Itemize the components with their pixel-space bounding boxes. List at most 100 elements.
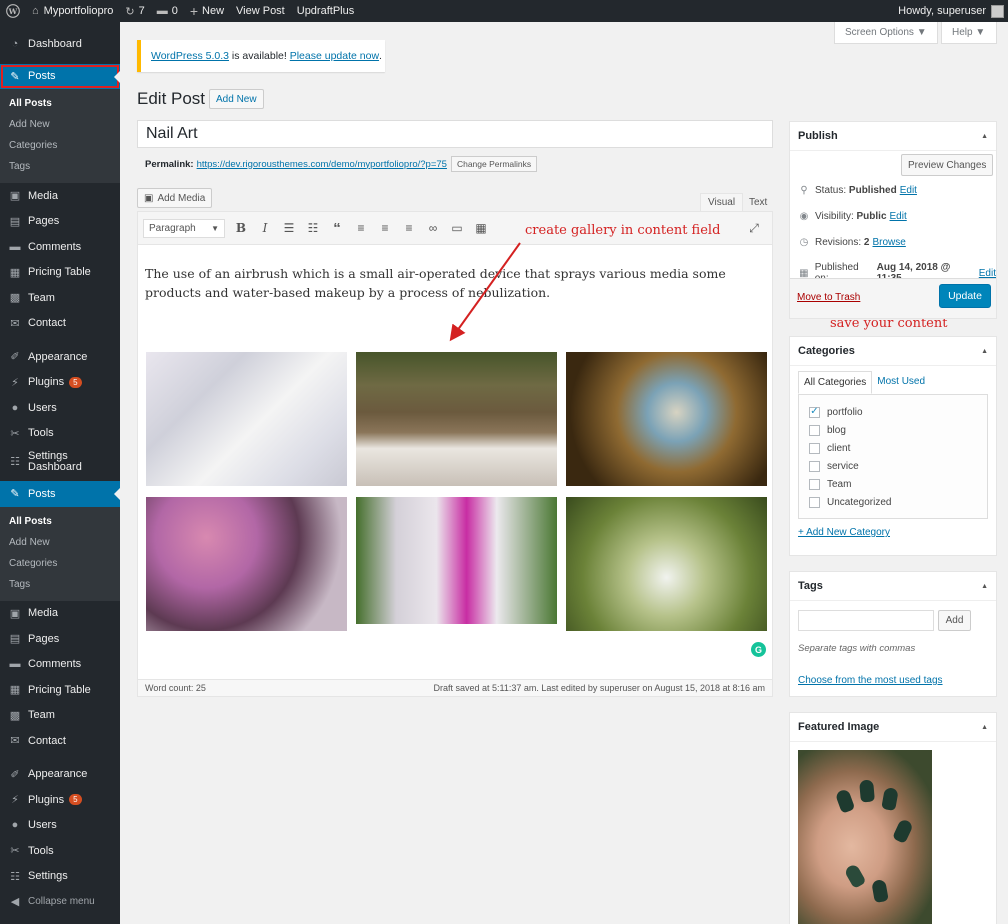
menu-team-2[interactable]: ▩ Team xyxy=(0,703,120,729)
wordpress-logo-icon[interactable]: W xyxy=(0,0,26,22)
checkbox[interactable] xyxy=(809,442,820,454)
add-media-button[interactable]: ▣ Add Media xyxy=(137,188,213,208)
tag-input[interactable] xyxy=(798,610,934,631)
edit-status-link[interactable]: Edit xyxy=(900,185,917,196)
menu-media-2[interactable]: ▣ Media xyxy=(0,601,120,627)
format-select[interactable]: Paragraph ▼ xyxy=(143,218,225,238)
align-right-button[interactable]: ≡ xyxy=(397,216,421,240)
account-menu[interactable]: Howdy, superuser xyxy=(898,4,1008,18)
menu-dashboard[interactable]: ◔ Dashboard xyxy=(0,31,120,57)
menu-pages-2[interactable]: ▤ Pages xyxy=(0,626,120,652)
blockquote-button[interactable]: “ xyxy=(325,216,349,240)
new-content-link[interactable]: + New xyxy=(184,0,230,22)
menu-comments-2[interactable]: ▬ Comments xyxy=(0,652,120,678)
category-item-blog[interactable]: blog xyxy=(809,421,987,439)
tab-text[interactable]: Text xyxy=(742,193,774,211)
edit-visibility-link[interactable]: Edit xyxy=(890,211,907,222)
view-post-link[interactable]: View Post xyxy=(230,0,291,22)
menu-media[interactable]: ▣ Media xyxy=(0,183,120,209)
menu-appearance[interactable]: ✐ Appearance xyxy=(0,344,120,370)
checkbox[interactable] xyxy=(809,460,820,472)
wordpress-version-link[interactable]: WordPress 5.0.3 xyxy=(151,50,229,62)
toolbar-toggle-button[interactable]: ▦ xyxy=(469,216,493,240)
permalink-url[interactable]: https://dev.rigorousthemes.com/demo/mypo… xyxy=(197,159,447,170)
submenu-tags[interactable]: Tags xyxy=(0,156,120,177)
read-more-button[interactable]: ▭ xyxy=(445,216,469,240)
menu-comments[interactable]: ▬ Comments xyxy=(0,234,120,260)
submenu-categories-2[interactable]: Categories xyxy=(0,553,120,574)
gallery-image[interactable] xyxy=(356,497,557,624)
menu-plugins-2[interactable]: ⚡ Plugins 5 xyxy=(0,787,120,813)
featured-image-header[interactable]: Featured Image ▲ xyxy=(790,713,996,742)
category-item-portfolio[interactable]: ✓ portfolio xyxy=(809,403,987,421)
edit-date-link[interactable]: Edit xyxy=(979,268,996,279)
collapse-menu-button[interactable]: ◀ Collapse menu xyxy=(0,889,120,915)
choose-most-used-tags-link[interactable]: Choose from the most used tags xyxy=(798,675,943,686)
gallery-image[interactable] xyxy=(146,352,347,486)
fullscreen-icon[interactable]: ⤢ xyxy=(742,216,766,240)
category-item-team[interactable]: Team xyxy=(809,475,987,493)
category-item-client[interactable]: client xyxy=(809,439,987,457)
submenu-tags-2[interactable]: Tags xyxy=(0,574,120,595)
checkbox[interactable] xyxy=(809,478,820,490)
menu-settings[interactable]: ☷ Settings Dashboard xyxy=(0,446,120,478)
collapse-toggle-icon[interactable]: ▲ xyxy=(981,133,988,140)
menu-contact[interactable]: ✉ Contact xyxy=(0,311,120,337)
numbered-list-button[interactable]: ☷ xyxy=(301,216,325,240)
change-permalinks-button[interactable]: Change Permalinks xyxy=(450,156,538,172)
menu-appearance-2[interactable]: ✐ Appearance xyxy=(0,762,120,788)
link-icon[interactable]: ∞ xyxy=(421,216,445,240)
tags-header[interactable]: Tags ▲ xyxy=(790,572,996,601)
gallery-image[interactable] xyxy=(356,352,557,486)
menu-users-2[interactable]: ● Users xyxy=(0,813,120,839)
update-button[interactable]: Update xyxy=(939,284,991,308)
updraftplus-link[interactable]: UpdraftPlus xyxy=(291,0,360,22)
menu-pages[interactable]: ▤ Pages xyxy=(0,209,120,235)
tab-all-categories[interactable]: All Categories xyxy=(798,371,873,394)
checkbox[interactable] xyxy=(809,496,820,508)
submenu-all-posts[interactable]: All Posts xyxy=(0,93,120,114)
menu-plugins[interactable]: ⚡ Plugins 5 xyxy=(0,370,120,396)
content-editor[interactable]: Paragraph ▼ B I ☰ ☷ “ ≡ ≡ ≡ ∞ ▭ ▦ ⤢ The … xyxy=(137,211,773,697)
align-left-button[interactable]: ≡ xyxy=(349,216,373,240)
menu-pricing-table[interactable]: ▦ Pricing Table xyxy=(0,260,120,286)
publish-header[interactable]: Publish ▲ xyxy=(790,122,996,151)
submenu-all-posts-2[interactable]: All Posts xyxy=(0,511,120,532)
submenu-categories[interactable]: Categories xyxy=(0,135,120,156)
menu-tools[interactable]: ✂ Tools xyxy=(0,421,120,447)
help-button[interactable]: Help ▼ xyxy=(941,22,997,44)
browse-revisions-link[interactable]: Browse xyxy=(872,237,905,248)
preview-changes-button[interactable]: Preview Changes xyxy=(901,154,994,176)
category-item-uncategorized[interactable]: Uncategorized xyxy=(809,493,987,511)
move-to-trash-link[interactable]: Move to Trash xyxy=(797,292,860,303)
please-update-link[interactable]: Please update now xyxy=(290,50,379,62)
italic-button[interactable]: I xyxy=(253,216,277,240)
featured-image[interactable] xyxy=(798,750,932,924)
categories-header[interactable]: Categories ▲ xyxy=(790,337,996,366)
gallery-image[interactable] xyxy=(146,497,347,631)
site-name-link[interactable]: ⌂ Myportfoliopro xyxy=(26,0,119,22)
submenu-add-new-2[interactable]: Add New xyxy=(0,532,120,553)
collapse-toggle-icon[interactable]: ▲ xyxy=(981,348,988,355)
grammarly-icon[interactable]: G xyxy=(751,642,766,657)
gallery-image[interactable] xyxy=(566,352,767,486)
add-new-button[interactable]: Add New xyxy=(209,89,264,109)
align-center-button[interactable]: ≡ xyxy=(373,216,397,240)
menu-team[interactable]: ▩ Team xyxy=(0,285,120,311)
menu-pricing-table-2[interactable]: ▦ Pricing Table xyxy=(0,677,120,703)
menu-posts-2[interactable]: ✎ Posts xyxy=(0,481,120,507)
add-tag-button[interactable]: Add xyxy=(938,610,971,631)
add-new-category-link[interactable]: + Add New Category xyxy=(798,527,890,538)
checkbox[interactable] xyxy=(809,424,820,436)
collapse-toggle-icon[interactable]: ▲ xyxy=(981,583,988,590)
bullet-list-button[interactable]: ☰ xyxy=(277,216,301,240)
menu-posts[interactable]: ✎ Posts xyxy=(0,63,120,89)
gallery-image[interactable] xyxy=(566,497,767,631)
collapse-toggle-icon[interactable]: ▲ xyxy=(981,724,988,731)
tab-most-used[interactable]: Most Used xyxy=(872,371,930,394)
menu-contact-2[interactable]: ✉ Contact xyxy=(0,728,120,754)
submenu-add-new[interactable]: Add New xyxy=(0,114,120,135)
menu-users[interactable]: ● Users xyxy=(0,395,120,421)
post-title-input[interactable]: Nail Art xyxy=(137,120,773,148)
comments-link[interactable]: ▬ 0 xyxy=(151,0,184,22)
